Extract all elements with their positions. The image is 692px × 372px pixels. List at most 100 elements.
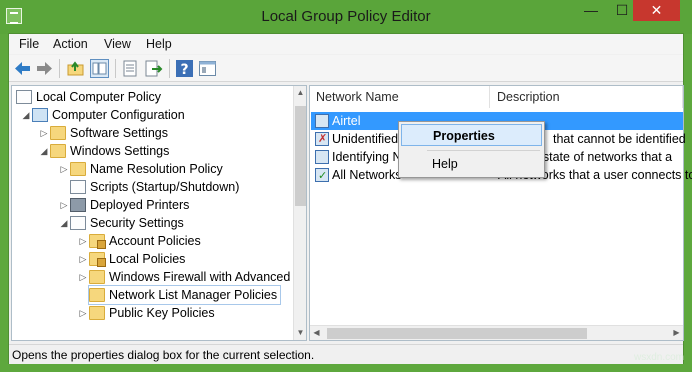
folder-icon: [89, 269, 105, 284]
toolbar: ?: [9, 55, 683, 82]
menu-help[interactable]: Help: [146, 37, 172, 51]
folder-icon: [89, 287, 105, 302]
tree-item-name-resolution-policy[interactable]: ▷ Name Resolution Policy: [58, 160, 223, 178]
collapse-arrow-icon[interactable]: ◢: [20, 106, 32, 124]
tree-item-account-policies[interactable]: ▷ Account Policies: [77, 232, 201, 250]
tree-item-label: Name Resolution Policy: [90, 162, 223, 176]
window-body: File Action View Help ? Local Computer P…: [8, 33, 692, 364]
scroll-left-icon[interactable]: ◀: [310, 326, 323, 340]
folder-icon: [70, 161, 86, 176]
all-networks-icon: [315, 167, 329, 185]
close-button[interactable]: ✕: [633, 0, 680, 21]
locked-folder-icon: [89, 251, 106, 267]
tree-item-label: Network List Manager Policies: [109, 288, 278, 302]
expand-arrow-icon[interactable]: ▷: [77, 268, 89, 286]
app-window: Local Group Policy Editor — ☐ ✕ File Act…: [0, 0, 692, 372]
export-list-icon[interactable]: [121, 59, 140, 78]
tree-item-windows-firewall[interactable]: ▷ Windows Firewall with Advanced: [77, 268, 290, 286]
maximize-button[interactable]: ☐: [608, 0, 636, 21]
tree-item-label: Local Policies: [109, 252, 186, 266]
identifying-network-icon: [315, 149, 329, 164]
export-icon[interactable]: [144, 59, 163, 78]
printer-icon: [70, 197, 86, 212]
toolbar-separator: [115, 59, 116, 78]
show-hide-tree-icon[interactable]: [90, 59, 109, 78]
context-menu-separator: [427, 150, 540, 151]
tree-item-network-list-manager-policies[interactable]: Network List Manager Policies: [87, 285, 282, 305]
expand-arrow-icon[interactable]: ▷: [58, 160, 70, 178]
menu-bar: File Action View Help: [9, 34, 683, 54]
tree-item-label: Scripts (Startup/Shutdown): [90, 180, 240, 194]
scroll-down-icon[interactable]: ▼: [294, 326, 307, 340]
network-description: ry state of networks that a: [529, 150, 673, 164]
folder-icon: [50, 125, 66, 140]
watermark: wsxdn.com: [634, 352, 685, 363]
tree-item-deployed-printers[interactable]: ▷ Deployed Printers: [58, 196, 189, 214]
locked-folder-icon: [89, 233, 106, 249]
forward-icon[interactable]: [35, 59, 54, 78]
tree-item-label: Local Computer Policy: [36, 90, 162, 104]
network-name: Identifying N: [332, 150, 402, 164]
context-menu-help[interactable]: Help: [401, 153, 542, 175]
tree-item-label: Windows Settings: [70, 144, 170, 158]
scrollbar-thumb[interactable]: [327, 328, 587, 339]
tree-item-local-computer-policy[interactable]: Local Computer Policy: [16, 88, 161, 106]
network-name: Airtel: [332, 114, 361, 128]
menu-action[interactable]: Action: [53, 37, 88, 51]
expand-arrow-icon[interactable]: ▷: [77, 232, 89, 250]
menu-view[interactable]: View: [104, 37, 131, 51]
tree-item-local-policies[interactable]: ▷ Local Policies: [77, 250, 185, 268]
tree-item-software-settings[interactable]: ▷ Software Settings: [38, 124, 168, 142]
toolbar-separator: [59, 59, 60, 78]
tree-item-label: Deployed Printers: [90, 198, 190, 212]
tree-item-windows-settings[interactable]: ◢ Windows Settings: [38, 142, 169, 160]
tree-item-label: Windows Firewall with Advanced: [109, 270, 291, 284]
tree-item-security-settings[interactable]: ◢ Security Settings: [58, 214, 184, 232]
collapse-arrow-icon[interactable]: ◢: [58, 214, 70, 232]
list-horizontal-scrollbar[interactable]: ◀ ▶: [310, 325, 683, 340]
folder-icon: [50, 143, 66, 158]
expand-arrow-icon[interactable]: ▷: [58, 196, 70, 214]
tree-item-computer-configuration[interactable]: ◢ Computer Configuration: [20, 106, 185, 124]
back-icon[interactable]: [13, 59, 32, 78]
policy-document-icon: [16, 89, 32, 104]
column-header-network-name[interactable]: Network Name: [310, 86, 490, 108]
tree-item-label: Security Settings: [90, 216, 184, 230]
network-icon: [315, 113, 329, 128]
tree-item-label: Software Settings: [70, 126, 168, 140]
tree-item-label: Computer Configuration: [52, 108, 185, 122]
minimize-button[interactable]: —: [577, 0, 605, 21]
network-description: that cannot be identified: [553, 132, 686, 146]
network-name: All Networks: [332, 168, 402, 182]
tree-item-public-key-policies[interactable]: ▷ Public Key Policies: [77, 304, 215, 322]
context-menu-properties[interactable]: Properties: [401, 124, 542, 146]
scroll-up-icon[interactable]: ▲: [294, 86, 307, 100]
tree-vertical-scrollbar[interactable]: ▲ ▼: [293, 86, 306, 340]
tree-pane[interactable]: Local Computer Policy ◢ Computer Configur…: [11, 85, 307, 341]
security-settings-icon: [70, 215, 86, 230]
expand-arrow-icon[interactable]: ▷: [77, 250, 89, 268]
scrollbar-thumb[interactable]: [295, 106, 306, 206]
folder-icon: [89, 305, 105, 320]
computer-icon: [32, 107, 48, 122]
console-view-icon[interactable]: [198, 59, 217, 78]
scripts-icon: [70, 179, 86, 194]
expand-arrow-icon[interactable]: ▷: [77, 304, 89, 322]
status-bar: Opens the properties dialog box for the …: [9, 344, 683, 364]
column-header-description[interactable]: Description: [491, 86, 683, 108]
help-icon[interactable]: ?: [175, 59, 194, 78]
network-name: Unidentified: [332, 132, 399, 146]
tree-item-label: Public Key Policies: [109, 306, 215, 320]
svg-text:?: ?: [180, 62, 188, 78]
tree-item-scripts[interactable]: Scripts (Startup/Shutdown): [58, 178, 239, 196]
menu-file[interactable]: File: [19, 37, 39, 51]
toolbar-separator: [169, 59, 170, 78]
collapse-arrow-icon[interactable]: ◢: [38, 142, 50, 160]
expand-arrow-icon[interactable]: ▷: [38, 124, 50, 142]
scroll-right-icon[interactable]: ▶: [670, 326, 683, 340]
up-folder-icon[interactable]: [66, 59, 85, 78]
title-bar[interactable]: Local Group Policy Editor — ☐ ✕: [0, 0, 692, 34]
unidentified-network-icon: [315, 130, 329, 148]
context-menu: Properties Help: [398, 121, 545, 178]
tree-item-label: Account Policies: [109, 234, 201, 248]
